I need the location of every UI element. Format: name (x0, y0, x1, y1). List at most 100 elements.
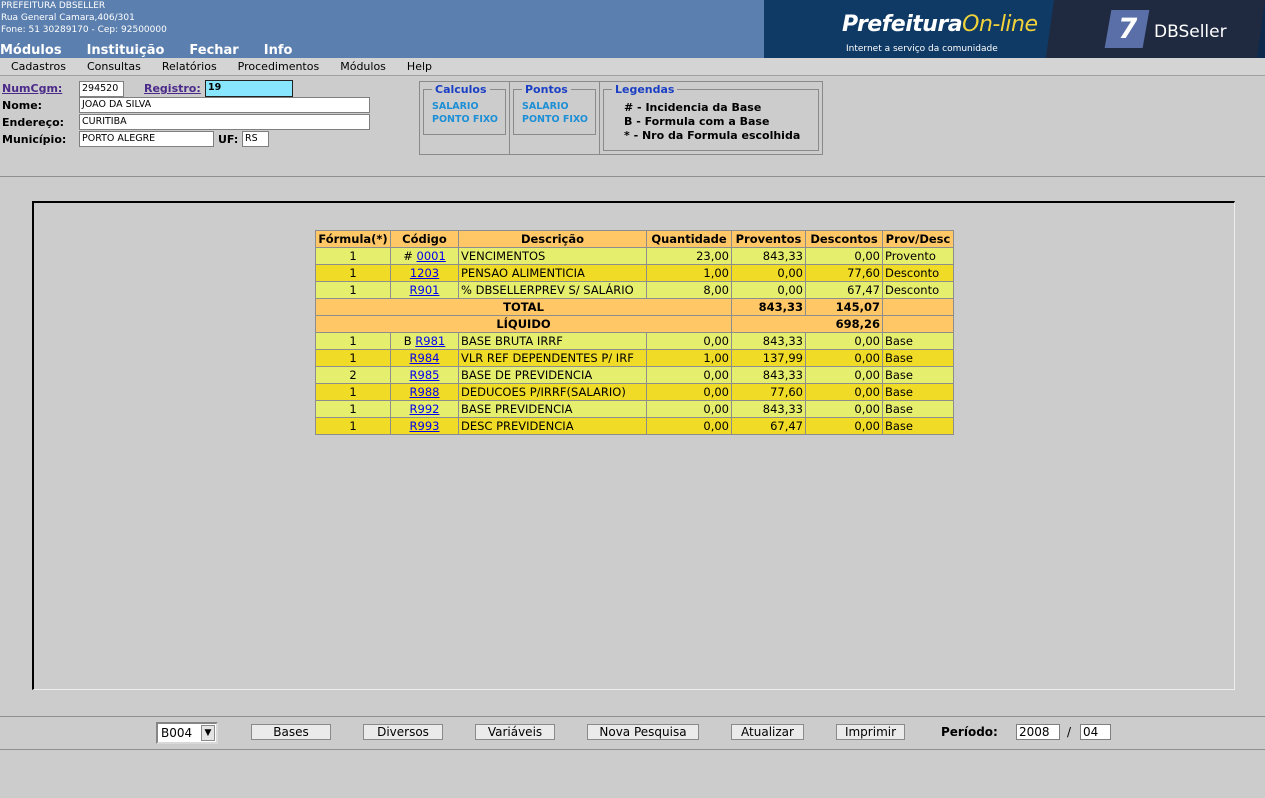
calculos-fieldset: Calculos SALARIO PONTO FIXO (423, 83, 506, 135)
periodo-separator: / (1067, 725, 1072, 739)
codigo-link[interactable]: R981 (415, 334, 445, 348)
bases-button[interactable]: Bases (251, 724, 331, 740)
organization-info: PREFEITURA DBSELLER Rua General Camara,4… (1, 0, 167, 36)
menu-help[interactable]: Help (396, 58, 442, 75)
table-row: 1 R993 DESC PREVIDENCIA 0,00 67,47 0,00 … (315, 417, 954, 435)
endereco-label: Endereço: (2, 116, 65, 129)
codigo-link[interactable]: R993 (410, 419, 440, 433)
codigo-link[interactable]: R984 (410, 351, 440, 365)
brand-banner: PrefeituraOn-line Internet a serviço da … (764, 0, 1265, 58)
legenda-incidencia: # - Incidencia da Base (624, 101, 762, 114)
nav-info[interactable]: Info (264, 43, 293, 59)
table-row: 1 1203 PENSAO ALIMENTICIA 1,00 0,00 77,6… (315, 264, 954, 282)
col-descontos: Descontos (805, 230, 883, 248)
prefeitura-online-logo: PrefeituraOn-line (842, 12, 1038, 37)
table-row: 1 # 0001 VENCIMENTOS 23,00 843,33 0,00 P… (315, 247, 954, 265)
table-header-row: Fórmula(*) Código Descrição Quantidade P… (315, 230, 954, 248)
org-phone: Fone: 51 30289170 - Cep: 92500000 (1, 25, 167, 35)
rubrica-select-value: B004 (161, 726, 193, 740)
total-descontos: 145,07 (805, 298, 883, 316)
payroll-table: Fórmula(*) Código Descrição Quantidade P… (315, 230, 954, 435)
calculos-ponto-fixo-link[interactable]: PONTO FIXO (432, 114, 498, 125)
calculos-panel: Calculos SALARIO PONTO FIXO (419, 81, 510, 155)
legendas-panel: Legendas # - Incidencia da Base B - Form… (599, 81, 823, 155)
codigo-link[interactable]: R988 (410, 385, 440, 399)
nav-instituicao[interactable]: Instituição (87, 43, 165, 59)
numcgm-link[interactable]: NumCgm: (2, 82, 62, 95)
menu-modulos[interactable]: Módulos (329, 58, 396, 75)
periodo-ano-field[interactable]: 2008 (1016, 724, 1060, 740)
pontos-fieldset: Pontos SALARIO PONTO FIXO (513, 83, 596, 135)
table-row: 1 B R981 BASE BRUTA IRRF 0,00 843,33 0,0… (315, 332, 954, 350)
table-row: 2 R985 BASE DE PREVIDENCIA 0,00 843,33 0… (315, 366, 954, 384)
pontos-ponto-fixo-link[interactable]: PONTO FIXO (522, 114, 588, 125)
dbseller-logo-mark-icon: 7 (1104, 10, 1150, 48)
uf-label: UF: (218, 133, 239, 146)
liquido-value: 698,26 (731, 315, 883, 333)
registro-field[interactable]: 19 (205, 80, 293, 97)
app-header: PREFEITURA DBSELLER Rua General Camara,4… (0, 0, 1265, 58)
liquido-label: LÍQUIDO (315, 315, 732, 333)
codigo-link[interactable]: 0001 (417, 249, 446, 263)
menu-consultas[interactable]: Consultas (76, 58, 151, 75)
nome-field[interactable]: JOAO DA SILVA (79, 97, 370, 113)
chevron-down-icon[interactable]: ▼ (201, 725, 215, 741)
numcgm-field[interactable]: 294520 (79, 81, 124, 97)
periodo-label: Período: (941, 725, 998, 739)
municipio-label: Município: (2, 133, 67, 146)
nav-modulos[interactable]: Módulos (0, 43, 62, 59)
top-nav: Módulos Instituição Fechar Info (0, 43, 317, 59)
codigo-link[interactable]: R985 (410, 368, 440, 382)
menu-procedimentos[interactable]: Procedimentos (227, 58, 330, 75)
codigo-link[interactable]: 1203 (410, 266, 439, 280)
table-row: 1 R988 DEDUCOES P/IRRF(SALARIO) 0,00 77,… (315, 383, 954, 401)
pontos-panel: Pontos SALARIO PONTO FIXO (509, 81, 600, 155)
codigo-link[interactable]: R901 (410, 283, 440, 297)
pontos-salario-link[interactable]: SALARIO (522, 101, 569, 112)
col-prov-desc: Prov/Desc (882, 230, 954, 248)
brand-tagline: Internet a serviço da comunidade (846, 44, 998, 54)
org-address: Rua General Camara,406/301 (1, 13, 135, 23)
total-label: TOTAL (315, 298, 732, 316)
table-row: 1 R901 % DBSELLERPREV S/ SALÁRIO 8,00 0,… (315, 281, 954, 299)
pontos-legend: Pontos (522, 83, 571, 96)
legenda-nro-formula: * - Nro da Formula escolhida (624, 129, 801, 142)
periodo-mes-field[interactable]: 04 (1080, 724, 1111, 740)
footer-separator-top (0, 716, 1265, 717)
municipio-field[interactable]: PORTO ALEGRE (79, 131, 214, 147)
calculos-salario-link[interactable]: SALARIO (432, 101, 479, 112)
col-descricao: Descrição (458, 230, 647, 248)
col-codigo: Código (390, 230, 459, 248)
liquido-row: LÍQUIDO 698,26 (315, 315, 954, 333)
org-name: PREFEITURA DBSELLER (1, 1, 106, 11)
atualizar-button[interactable]: Atualizar (731, 724, 804, 740)
menu-bar: Cadastros Consultas Relatórios Procedime… (0, 58, 1265, 76)
footer-separator-bottom (0, 749, 1265, 750)
col-proventos: Proventos (731, 230, 806, 248)
legendas-legend: Legendas (612, 83, 678, 96)
total-row: TOTAL 843,33 145,07 (315, 298, 954, 316)
rubrica-select[interactable]: B004 ▼ (156, 722, 218, 744)
table-row: 1 R984 VLR REF DEPENDENTES P/ IRF 1,00 1… (315, 349, 954, 367)
endereco-field[interactable]: CURITIBA (79, 114, 370, 130)
menu-cadastros[interactable]: Cadastros (0, 58, 76, 75)
col-formula: Fórmula(*) (315, 230, 391, 248)
dbseller-logo: 7 DBSeller (1104, 10, 1228, 50)
uf-field[interactable]: RS (242, 131, 269, 147)
codigo-link[interactable]: R992 (410, 402, 440, 416)
legendas-fieldset: Legendas # - Incidencia da Base B - Form… (603, 83, 819, 151)
total-proventos: 843,33 (731, 298, 806, 316)
nova-pesquisa-button[interactable]: Nova Pesquisa (587, 724, 699, 740)
registro-link[interactable]: Registro: (144, 82, 201, 95)
col-quantidade: Quantidade (646, 230, 732, 248)
form-separator (0, 176, 1265, 177)
nav-fechar[interactable]: Fechar (189, 43, 238, 59)
calculos-legend: Calculos (432, 83, 490, 96)
diversos-button[interactable]: Diversos (363, 724, 443, 740)
menu-relatorios[interactable]: Relatórios (151, 58, 227, 75)
legenda-formula-base: B - Formula com a Base (624, 115, 770, 128)
variaveis-button[interactable]: Variáveis (475, 724, 555, 740)
nome-label: Nome: (2, 99, 43, 112)
imprimir-button[interactable]: Imprimir (836, 724, 905, 740)
table-row: 1 R992 BASE PREVIDENCIA 0,00 843,33 0,00… (315, 400, 954, 418)
